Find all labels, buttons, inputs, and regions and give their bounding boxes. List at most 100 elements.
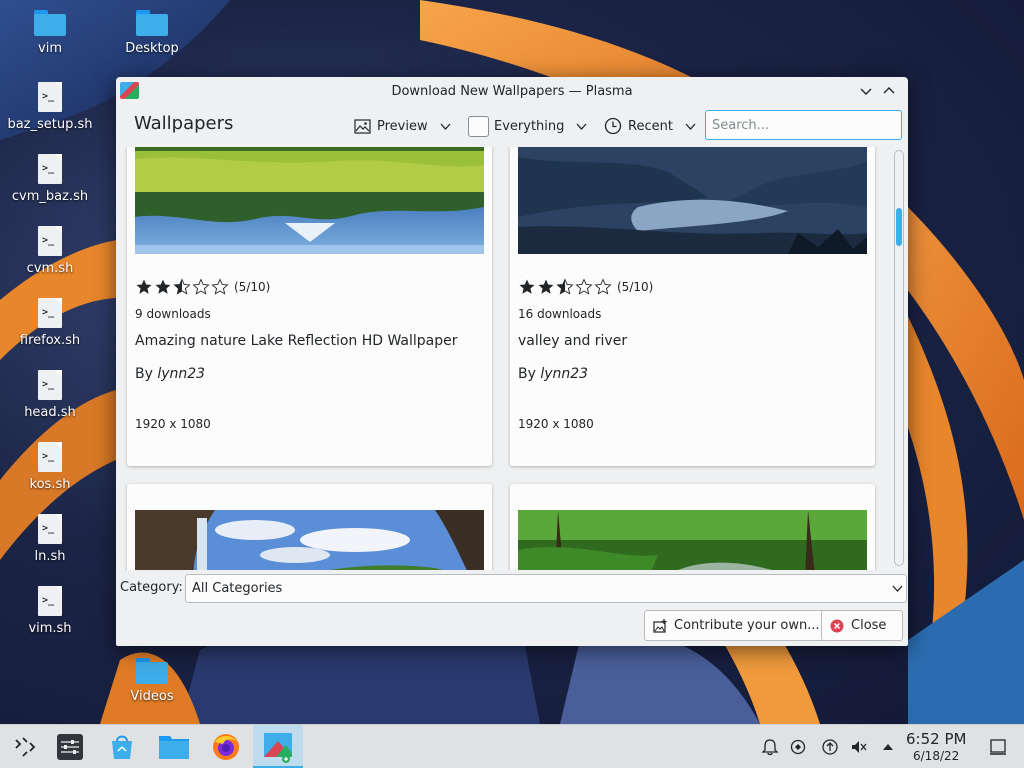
desktop-icon-label: Videos: [130, 689, 174, 704]
script-icon: >_: [38, 586, 62, 616]
desktop-icon-label: baz_setup.sh: [7, 117, 93, 132]
download-wallpapers-window: Download New Wallpapers — Plasma Wallpap…: [116, 77, 908, 646]
clock-time[interactable]: 6:52 PM: [906, 730, 966, 748]
desktop-icon-ln[interactable]: >_ ln.sh: [0, 514, 100, 564]
star-empty-icon: [594, 278, 612, 295]
valley-river-image: [518, 147, 867, 254]
desktop-icon-cvm[interactable]: >_ cvm.sh: [0, 226, 100, 276]
desktop-icon-kos[interactable]: >_ kos.sh: [0, 442, 100, 492]
star-rating: [518, 278, 613, 296]
forest-stream-image: [518, 510, 867, 570]
taskbar: 6:52 PM 6/18/22: [0, 724, 1024, 768]
author-link[interactable]: lynn23: [540, 366, 588, 382]
notifications-icon: [761, 739, 779, 756]
kde-connect-tray[interactable]: [788, 737, 808, 757]
firefox-icon: [213, 734, 239, 760]
wallpaper-grid: (5/10) 9 downloads Amazing nature Lake R…: [116, 147, 908, 570]
search-input[interactable]: [705, 110, 902, 140]
wallpaper-thumbnail[interactable]: [518, 147, 867, 254]
rating: (5/10): [135, 278, 270, 296]
kde-connect-icon: [790, 739, 806, 755]
maximize-button[interactable]: [880, 82, 898, 100]
desktop-icon-desktop[interactable]: Desktop: [102, 10, 202, 56]
wallpaper-card[interactable]: [127, 484, 492, 570]
wallpaper-thumbnail[interactable]: [135, 147, 484, 254]
window-title: Download New Wallpapers — Plasma: [391, 83, 633, 99]
author-line: By lynn23: [135, 366, 205, 382]
show-desktop-button[interactable]: [988, 737, 1008, 757]
taskbar-wallpaper-downloader[interactable]: [253, 725, 303, 768]
waterfall-cave-image: [135, 510, 484, 570]
script-icon: >_: [38, 82, 62, 112]
updates-icon: [822, 739, 838, 755]
system-settings-icon: [57, 734, 83, 760]
chevron-down-icon: [860, 88, 872, 95]
folder-icon: [34, 10, 66, 36]
taskbar-dolphin[interactable]: [149, 725, 199, 768]
star-filled-icon: [519, 279, 535, 294]
wallpaper-thumbnail[interactable]: [135, 510, 484, 570]
contribute-button[interactable]: Contribute your own...: [644, 610, 829, 641]
expand-tray-button[interactable]: [878, 737, 898, 757]
chevron-down-icon: [440, 123, 451, 130]
filter-dropdown[interactable]: Everything: [468, 115, 587, 137]
volume-muted-icon: [852, 741, 867, 753]
script-icon: >_: [38, 514, 62, 544]
volume-tray[interactable]: [849, 737, 869, 757]
star-rating: [135, 278, 230, 296]
wallpaper-card[interactable]: (5/10) 9 downloads Amazing nature Lake R…: [127, 147, 492, 466]
desktop-icon-label: cvm_baz.sh: [11, 189, 89, 204]
script-icon: >_: [38, 298, 62, 328]
close-button[interactable]: Close: [821, 610, 903, 641]
filter-label: Everything: [494, 118, 565, 134]
upload-image-icon: [653, 618, 667, 633]
star-filled-icon: [538, 279, 554, 294]
desktop-icon-baz-setup[interactable]: >_ baz_setup.sh: [0, 82, 100, 132]
rating: (5/10): [518, 278, 653, 296]
desktop-icon-videos[interactable]: Videos: [102, 658, 202, 704]
taskbar-discover[interactable]: [97, 725, 147, 768]
updates-tray[interactable]: [820, 737, 840, 757]
category-select[interactable]: All Categories: [185, 574, 907, 603]
sort-dropdown[interactable]: Recent: [604, 115, 696, 137]
desktop-icon-vim-sh[interactable]: >_ vim.sh: [0, 586, 100, 636]
title-bar[interactable]: Download New Wallpapers — Plasma: [116, 77, 908, 105]
author-link[interactable]: lynn23: [157, 366, 205, 382]
download-count: 9 downloads: [135, 307, 211, 321]
star-empty-icon: [192, 278, 210, 295]
taskbar-firefox[interactable]: [201, 725, 251, 768]
desktop-icon-label: Desktop: [125, 41, 179, 56]
star-empty-icon: [575, 278, 593, 295]
desktop-icon-label: cvm.sh: [26, 261, 74, 276]
category-value: All Categories: [192, 581, 283, 596]
rating-text: (5/10): [617, 280, 654, 294]
minimize-button[interactable]: [857, 82, 875, 100]
desktop-icon-cvm-baz[interactable]: >_ cvm_baz.sh: [0, 154, 100, 204]
wallpaper-thumbnail[interactable]: [518, 510, 867, 570]
notifications-tray[interactable]: [760, 737, 780, 757]
clock-date[interactable]: 6/18/22: [913, 749, 959, 763]
category-label: Category:: [120, 580, 183, 595]
desktop-icon-vim[interactable]: vim: [0, 10, 100, 56]
page-heading: Wallpapers: [134, 113, 234, 134]
star-half-icon: [173, 278, 191, 295]
desktop-icon-head[interactable]: >_ head.sh: [0, 370, 100, 420]
application-launcher[interactable]: [0, 725, 50, 768]
star-empty-icon: [211, 278, 229, 295]
resolution: 1920 x 1080: [135, 417, 211, 431]
scrollbar-thumb[interactable]: [896, 208, 902, 246]
app-icon: [120, 82, 139, 99]
wallpaper-downloader-icon: [264, 733, 292, 763]
view-mode-dropdown[interactable]: Preview: [354, 115, 451, 137]
filter-checkbox[interactable]: [468, 115, 489, 137]
folder-icon: [136, 10, 168, 36]
taskbar-system-settings[interactable]: [45, 725, 95, 768]
application-launcher-icon: [15, 737, 36, 757]
wallpaper-title: Amazing nature Lake Reflection HD Wallpa…: [135, 333, 458, 349]
dolphin-file-manager-icon: [159, 736, 189, 759]
wallpaper-card[interactable]: (5/10) 16 downloads valley and river By …: [510, 147, 875, 466]
desktop-icon-firefox-sh[interactable]: >_ firefox.sh: [0, 298, 100, 348]
wallpaper-card[interactable]: [510, 484, 875, 570]
view-mode-label: Preview: [377, 118, 428, 134]
vertical-scrollbar[interactable]: [894, 150, 904, 566]
